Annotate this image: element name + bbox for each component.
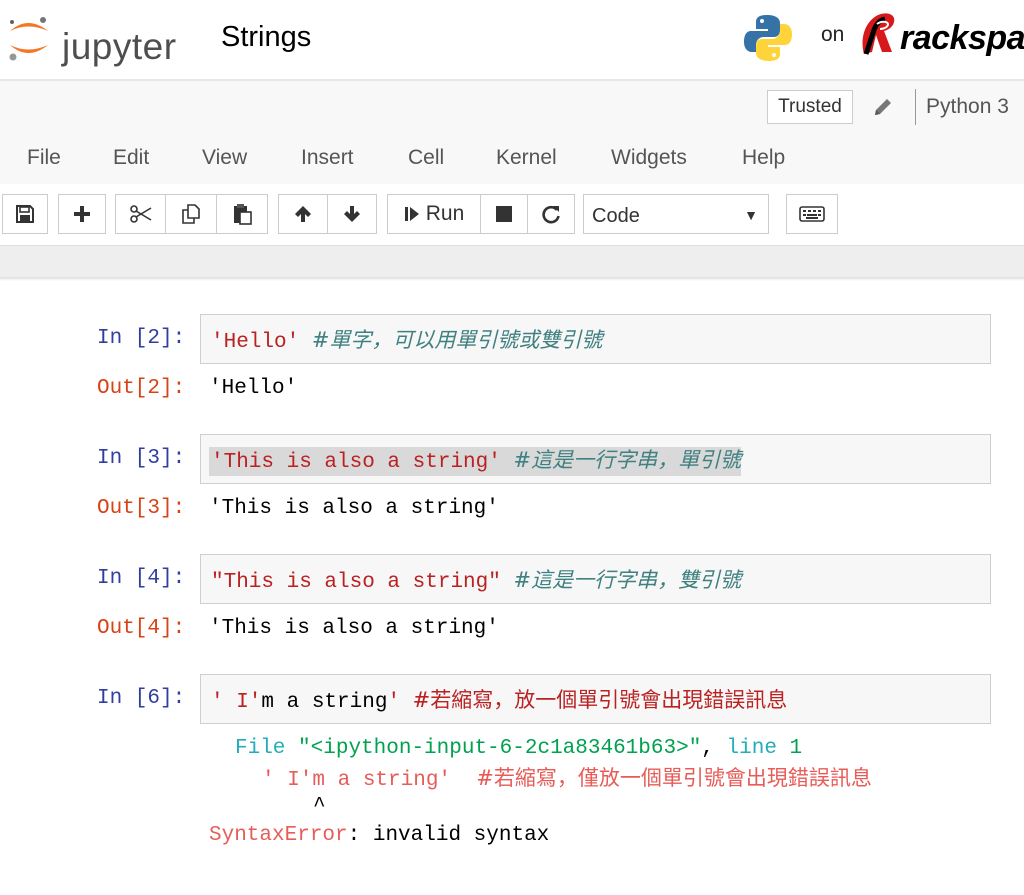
menu-bar: File Edit View Insert Cell Kernel Widget…	[0, 141, 1024, 175]
traceback-file-name: "<ipython-input-6-2c1a83461b63>"	[298, 737, 702, 760]
code-plain-text: m a string	[261, 691, 388, 714]
code-string: ' I'	[211, 691, 262, 714]
copy-button[interactable]	[165, 194, 217, 234]
hosted-on-text: on	[821, 23, 845, 46]
jupyter-logo[interactable]: jupyter	[6, 13, 186, 67]
plus-icon	[74, 206, 90, 222]
kernel-divider	[915, 89, 916, 125]
traceback-file-line: File "<ipython-input-6-2c1a83461b63>", l…	[235, 736, 802, 762]
traceback-source-code: ' I'm a string'	[262, 769, 452, 792]
command-palette-button[interactable]	[786, 194, 838, 234]
menu-widgets[interactable]: Widgets	[611, 145, 687, 171]
traceback-source-comment: #若縮寫，僅放一個單引號會出現錯誤訊息	[476, 766, 872, 790]
save-button[interactable]	[2, 194, 48, 234]
jupyter-logo-text: jupyter	[62, 26, 177, 67]
cell-output: 'Hello'	[209, 377, 298, 400]
copy-icon	[182, 204, 200, 224]
interrupt-button[interactable]	[480, 194, 528, 234]
cell-output: 'This is also a string'	[209, 617, 499, 640]
header-shadow	[0, 277, 1024, 281]
restart-kernel-button[interactable]	[527, 194, 575, 234]
paste-button[interactable]	[216, 194, 268, 234]
menu-edit[interactable]: Edit	[113, 145, 149, 171]
menu-insert[interactable]: Insert	[301, 145, 354, 171]
insert-cell-button[interactable]	[58, 194, 106, 234]
python-logo-icon	[744, 15, 792, 61]
code-input[interactable]: 'This is also a string' #這是一行字串，單引號	[200, 434, 991, 484]
in-prompt: In [2]:	[97, 327, 186, 350]
code-input[interactable]: ' I'm a string' #若縮寫，放一個單引號會出現錯誤訊息	[200, 674, 991, 724]
cut-button[interactable]	[115, 194, 166, 234]
cell-output: 'This is also a string'	[209, 497, 499, 520]
traceback-error-line: SyntaxError: invalid syntax	[209, 823, 549, 849]
code-comment: #單字，可以用單引號或雙引號	[311, 328, 603, 352]
jupyter-logo-icon	[9, 17, 48, 61]
menu-view[interactable]: View	[202, 145, 247, 171]
in-prompt: In [4]:	[97, 567, 186, 590]
code-comment: #若縮寫，放一個單引號會出現錯誤訊息	[412, 688, 788, 712]
run-button-label: Run	[425, 202, 465, 225]
code-line: 'Hello' #單字，可以用單引號或雙引號	[211, 327, 602, 356]
keyboard-icon	[799, 206, 825, 222]
menu-help[interactable]: Help	[742, 145, 785, 171]
traceback-separator: ,	[701, 737, 727, 760]
chevron-down-icon: ▼	[744, 207, 758, 223]
trusted-indicator[interactable]: Trusted	[767, 90, 853, 124]
out-prompt: Out[2]:	[97, 377, 186, 400]
in-prompt: In [3]:	[97, 447, 186, 470]
arrow-up-icon	[295, 206, 311, 222]
run-button[interactable]: Run	[387, 194, 481, 234]
out-prompt: Out[3]:	[97, 497, 186, 520]
code-comment: #這是一行字串，雙引號	[513, 568, 742, 592]
error-message: invalid syntax	[372, 824, 550, 847]
in-prompt: In [6]:	[97, 687, 186, 710]
save-icon	[16, 205, 34, 223]
code-input[interactable]: "This is also a string" #這是一行字串，雙引號	[200, 554, 991, 604]
menu-cell[interactable]: Cell	[408, 145, 444, 171]
error-type: SyntaxError	[209, 824, 348, 847]
stop-icon	[496, 206, 512, 222]
menu-kernel[interactable]: Kernel	[496, 145, 557, 171]
code-line: ' I'm a string' #若縮寫，放一個單引號會出現錯誤訊息	[211, 687, 787, 716]
notebook-title[interactable]: Strings	[221, 19, 311, 55]
move-down-button[interactable]	[327, 194, 377, 234]
pencil-icon[interactable]	[871, 95, 895, 119]
move-up-button[interactable]	[278, 194, 328, 234]
menu-file[interactable]: File	[27, 145, 61, 171]
traceback-line-number: 1	[789, 737, 803, 760]
arrow-down-icon	[344, 206, 360, 222]
rackspace-logo: rackspace	[858, 10, 1024, 62]
cell-type-select[interactable]: Code ▼	[583, 194, 769, 234]
restart-icon	[542, 205, 560, 224]
paste-icon	[234, 204, 252, 225]
rackspace-logo-icon	[862, 13, 895, 55]
notebook-header: jupyter Strings on rackspace	[0, 0, 1024, 80]
traceback-caret: ^	[313, 795, 326, 818]
code-string: "This is also a string"	[211, 571, 501, 594]
rackspace-logo-text: rackspace	[900, 19, 1024, 57]
code-string: 'This is also a string'	[211, 451, 501, 474]
menubar-container: Trusted Python 3 File Edit View Insert C…	[0, 80, 1024, 184]
traceback-source-line: ' I'm a string' #若縮寫，僅放一個單引號會出現錯誤訊息	[262, 765, 872, 794]
code-line-selected: 'This is also a string' #這是一行字串，單引號	[209, 447, 742, 476]
step-forward-icon	[404, 207, 419, 221]
out-prompt: Out[4]:	[97, 617, 186, 640]
cell-type-value: Code	[592, 205, 640, 227]
scissors-icon	[129, 205, 151, 223]
header-separator-band	[0, 246, 1024, 278]
code-input[interactable]: 'Hello' #單字，可以用單引號或雙引號	[200, 314, 991, 364]
traceback-line-label: line	[726, 737, 777, 760]
code-string: '	[387, 691, 401, 714]
toolbar: Run Code ▼	[0, 184, 1024, 246]
kernel-name[interactable]: Python 3	[926, 94, 1009, 120]
error-separator: :	[347, 824, 361, 847]
code-line: "This is also a string" #這是一行字串，雙引號	[211, 567, 741, 596]
code-comment: #這是一行字串，單引號	[513, 448, 742, 472]
code-string: 'Hello'	[211, 331, 300, 354]
traceback-file-label: File	[235, 737, 286, 760]
